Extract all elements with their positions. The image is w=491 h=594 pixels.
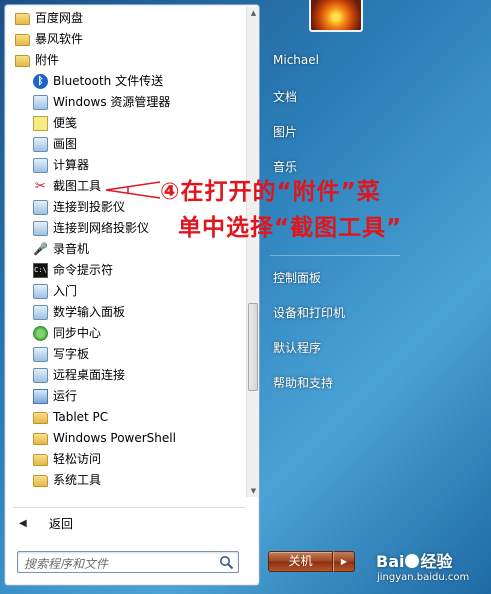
program-label: Bluetooth 文件传送 [53,74,164,88]
program-label: 入门 [53,284,78,298]
scroll-down-icon[interactable]: ▼ [247,485,260,497]
program-label: 暴风软件 [35,32,84,46]
program-label: 便笺 [53,116,78,130]
program-folder-item[interactable]: 暴风软件 [9,29,243,50]
program-folder-item[interactable]: 轻松访问 [9,449,243,470]
scroll-up-icon[interactable]: ▲ [247,7,260,19]
calculator-icon [33,158,48,173]
program-label: Windows PowerShell [53,431,176,445]
program-folder-item[interactable]: 百度网盘 [9,8,243,29]
remote-desktop-icon [33,368,48,383]
program-label: 写字板 [53,347,90,361]
right-divider [270,255,400,256]
control-panel-link[interactable]: 控制面板 [273,269,321,286]
baidu-logo: Bai 经验 [376,548,453,572]
program-label: 画图 [53,137,78,151]
annotation-line-2: 单中选择“截图工具” [178,215,403,241]
back-arrow-icon: ◀ [19,518,27,529]
explorer-icon [33,95,48,110]
scroll-thumb[interactable] [248,303,258,391]
baidu-url: jingyan.baidu.com [377,572,470,583]
program-label: 百度网盘 [35,11,84,25]
program-label: 运行 [53,389,78,403]
run-icon [33,389,48,404]
pictures-link[interactable]: 图片 [273,123,297,140]
user-name-link[interactable]: Michael [273,53,319,67]
sticky-note-icon [33,116,48,131]
program-item[interactable]: 入门 [9,281,243,302]
getting-started-icon [33,284,48,299]
program-folder-item[interactable]: Tablet PC [9,407,243,428]
shutdown-options-icon[interactable]: ▶ [333,551,355,572]
paint-icon [33,137,48,152]
program-label: 附件 [35,53,60,67]
wordpad-icon [33,347,48,362]
help-support-link[interactable]: 帮助和支持 [273,374,333,391]
back-button[interactable]: ◀ 返回 [15,514,135,534]
folder-icon [15,13,30,25]
program-label: 截图工具 [53,179,102,193]
default-programs-link[interactable]: 默认程序 [273,339,321,356]
network-projector-icon [33,221,48,236]
back-label: 返回 [49,517,74,531]
folder-icon [15,55,30,67]
programs-pane: 百度网盘暴风软件附件 ᛒ Bluetooth 文件传送 Windows 资源管理器 便笺… [4,4,260,586]
folder-icon [33,454,48,466]
program-label: 轻松访问 [53,452,102,466]
program-list: 百度网盘暴风软件附件 ᛒ Bluetooth 文件传送 Windows 资源管理器 便笺… [9,8,243,491]
program-item[interactable]: 画图 [9,134,243,155]
microphone-icon: 🎤 [33,242,48,256]
scrollbar[interactable]: ▲ ▼ [246,7,259,497]
baidu-brand: Bai [376,552,405,571]
program-label: 连接到网络投影仪 [53,221,150,235]
annotation-arrow-icon [105,181,161,199]
program-item[interactable]: ᛒ Bluetooth 文件传送 [9,71,243,92]
folder-icon [33,475,48,487]
program-label: 命令提示符 [53,263,114,277]
program-item[interactable]: 🎤 录音机 [9,239,243,260]
devices-printers-link[interactable]: 设备和打印机 [273,304,345,321]
program-label: 系统工具 [53,473,102,487]
math-input-icon [33,305,48,320]
snipping-tool-icon: ✂ [35,179,46,194]
folder-icon [15,34,30,46]
documents-link[interactable]: 文档 [273,88,297,105]
projector-icon [33,200,48,215]
program-folder-item[interactable]: 系统工具 [9,470,243,491]
program-label: 连接到投影仪 [53,200,126,214]
baidu-brand-suffix: 经验 [420,552,453,571]
search-placeholder: 搜索程序和文件 [24,557,109,571]
cmd-icon: C:\ [33,263,48,278]
folder-icon [33,412,48,424]
sync-icon [33,326,48,341]
program-label: Windows 资源管理器 [53,95,171,109]
bluetooth-icon: ᛒ [33,74,48,89]
program-item[interactable]: 便笺 [9,113,243,134]
program-label: 计算器 [53,158,90,172]
user-avatar[interactable] [309,0,363,32]
program-folder-item[interactable]: Windows PowerShell [9,428,243,449]
annotation-line-1: ④在打开的“附件”菜 [160,179,381,205]
shutdown-button[interactable]: 关机 [268,551,333,572]
program-folder-item[interactable]: 附件 [9,50,243,71]
folder-icon [33,433,48,445]
program-label: Tablet PC [53,410,109,424]
program-label: 录音机 [53,242,90,256]
program-item[interactable]: Windows 资源管理器 [9,92,243,113]
divider [13,507,245,508]
search-icon[interactable] [219,555,234,570]
search-input[interactable]: 搜索程序和文件 [17,551,239,573]
program-item[interactable]: C:\ 命令提示符 [9,260,243,281]
paw-icon [405,554,420,568]
